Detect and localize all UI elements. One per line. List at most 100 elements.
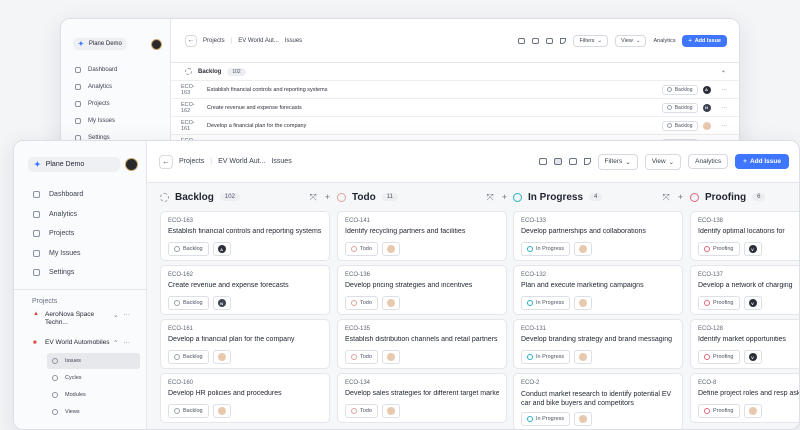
issue-card[interactable]: ECO-132 Plan and execute marketing campai…: [513, 265, 683, 315]
state-dropdown[interactable]: Backlog: [661, 102, 698, 113]
back-button[interactable]: ←: [159, 154, 173, 169]
assignee-dropdown[interactable]: [574, 350, 593, 364]
assignee-dropdown[interactable]: [743, 404, 762, 418]
state-dropdown[interactable]: In Progress: [521, 296, 571, 310]
collapse-column-icon[interactable]: ⤧: [663, 192, 670, 203]
assignee-avatar[interactable]: [579, 245, 588, 253]
issue-card[interactable]: ECO-133 Develop partnerships and collabor…: [513, 211, 683, 261]
add-issue-button[interactable]: + Add Issue: [682, 34, 727, 47]
chevron-up-icon[interactable]: ⌃: [113, 339, 118, 347]
more-icon[interactable]: ···: [722, 123, 728, 129]
filters-dropdown[interactable]: Filters ⌄: [597, 153, 638, 170]
issue-title[interactable]: Create revenue and expense forecasts: [168, 282, 322, 289]
assignee-avatar[interactable]: A: [217, 245, 226, 253]
breadcrumb-project[interactable]: EV World Aut...: [218, 158, 265, 165]
state-dropdown[interactable]: Backlog: [168, 242, 209, 256]
issue-card[interactable]: ECO-2 Conduct market research to identify…: [513, 373, 683, 429]
assignee-avatar[interactable]: [579, 415, 588, 423]
state-dropdown[interactable]: Todo: [345, 350, 378, 364]
calendar-layout-icon[interactable]: [568, 158, 577, 165]
assignee-avatar[interactable]: N: [702, 103, 711, 112]
assignee-dropdown[interactable]: V: [743, 242, 762, 256]
issue-title[interactable]: Conduct market research to identify pote…: [521, 390, 675, 408]
assignee-avatar[interactable]: [217, 407, 226, 415]
breadcrumb-project[interactable]: EV World Aut...: [238, 38, 279, 44]
assignee-avatar[interactable]: [579, 353, 588, 361]
issue-card[interactable]: ECO-8 Define project roles and resp asks …: [690, 373, 799, 423]
project-item-ev-world[interactable]: ■ EV World Automobiles ⌃ ···: [33, 339, 138, 347]
issue-title[interactable]: Establish distribution channels and reta…: [345, 336, 499, 343]
state-dropdown[interactable]: In Progress: [521, 242, 571, 256]
issue-card[interactable]: ECO-138 Identify optimal locations for Pro…: [690, 211, 799, 261]
workspace-header[interactable]: ✦ Plane Demo: [28, 155, 138, 173]
assignee-avatar[interactable]: [386, 299, 395, 307]
issue-title[interactable]: Develop partnerships and collaborations: [521, 228, 675, 235]
state-dropdown[interactable]: Proofing: [698, 404, 740, 418]
state-dropdown[interactable]: Todo: [345, 296, 378, 310]
project-item-aeronova[interactable]: ▲ AeroNova Space Techn... ⌄ ···: [33, 311, 138, 327]
issue-card[interactable]: ECO-131 Develop branding strategy and bra…: [513, 319, 683, 369]
filters-dropdown[interactable]: Filters ⌄: [573, 34, 609, 47]
issue-card[interactable]: ECO-128 Identify market opportunities Proo…: [690, 319, 799, 369]
assignee-dropdown[interactable]: [212, 404, 231, 418]
sidebar-item-analytics[interactable]: Analytics: [33, 205, 146, 225]
avatar[interactable]: [151, 38, 162, 50]
issue-title[interactable]: Create revenue and expense forecasts: [207, 105, 302, 111]
assignee-dropdown[interactable]: [381, 404, 400, 418]
view-dropdown[interactable]: View ⌄: [615, 34, 647, 47]
state-dropdown[interactable]: Backlog: [661, 120, 698, 131]
project-subitem-views[interactable]: Views: [47, 404, 140, 420]
sidebar-item-my-issues[interactable]: My Issues: [75, 112, 170, 129]
issue-card[interactable]: ECO-163 Establish financial controls and …: [160, 211, 330, 261]
collapse-column-icon[interactable]: ⤧: [487, 192, 494, 203]
issue-title[interactable]: Develop a network of charging: [698, 282, 799, 289]
calendar-layout-icon[interactable]: [546, 37, 554, 44]
issue-card[interactable]: ECO-136 Develop pricing strategies and in…: [337, 265, 507, 315]
issue-row[interactable]: ECO-163 Establish financial controls and …: [171, 81, 739, 99]
issue-card[interactable]: ECO-141 Identify recycling partners and f…: [337, 211, 507, 261]
assignee-dropdown[interactable]: N: [212, 296, 231, 310]
back-button[interactable]: ←: [185, 34, 197, 47]
issue-card[interactable]: ECO-134 Develop sales strategies for diff…: [337, 373, 507, 423]
issue-card[interactable]: ECO-161 Develop a financial plan for the …: [160, 319, 330, 369]
issue-title[interactable]: Develop pricing strategies and incentive…: [345, 282, 499, 289]
issue-title[interactable]: Identify recycling partners and faciliti…: [345, 228, 499, 235]
project-subitem-issues[interactable]: Issues: [47, 352, 140, 369]
list-layout-icon[interactable]: [518, 37, 526, 44]
sidebar-item-projects[interactable]: Projects: [75, 95, 170, 112]
issue-title[interactable]: Develop branding strategy and brand mess…: [521, 336, 675, 343]
sidebar-item-dashboard[interactable]: Dashboard: [33, 185, 146, 205]
list-layout-icon[interactable]: [538, 158, 547, 165]
assignee-avatar[interactable]: N: [217, 299, 226, 307]
issue-row[interactable]: ECO-161 Develop a financial plan for the …: [171, 117, 739, 136]
more-icon[interactable]: ···: [123, 339, 130, 346]
more-icon[interactable]: ···: [722, 87, 728, 93]
assignee-avatar[interactable]: V: [748, 353, 757, 361]
assignee-dropdown[interactable]: [574, 242, 593, 256]
state-dropdown[interactable]: Backlog: [168, 404, 209, 418]
breadcrumb-projects[interactable]: Projects: [203, 38, 225, 44]
gantt-layout-icon[interactable]: [583, 158, 591, 165]
issue-title[interactable]: Establish financial controls and reporti…: [207, 87, 327, 93]
issue-title[interactable]: Establish financial controls and reporti…: [168, 228, 322, 235]
sidebar-item-my-issues[interactable]: My Issues: [33, 244, 146, 264]
state-dropdown[interactable]: Backlog: [661, 84, 698, 95]
workspace-header[interactable]: ✦ Plane Demo: [73, 37, 162, 51]
board-layout-icon[interactable]: [553, 158, 562, 165]
group-header[interactable]: Backlog 102 +: [171, 63, 739, 81]
project-subitem-modules[interactable]: Modules: [47, 387, 140, 403]
issue-card[interactable]: ECO-160 Develop HR policies and procedure…: [160, 373, 330, 423]
state-dropdown[interactable]: Backlog: [168, 350, 209, 364]
add-to-group-icon[interactable]: +: [722, 69, 725, 75]
assignee-avatar[interactable]: [386, 407, 395, 415]
avatar[interactable]: [125, 157, 138, 171]
breadcrumb-projects[interactable]: Projects: [179, 158, 204, 165]
assignee-dropdown[interactable]: [381, 296, 400, 310]
projects-section-header[interactable]: Projects: [32, 298, 146, 305]
issue-card[interactable]: ECO-135 Establish distribution channels a…: [337, 319, 507, 369]
more-icon[interactable]: ···: [123, 311, 130, 318]
analytics-button[interactable]: Analytics: [653, 38, 675, 44]
gantt-layout-icon[interactable]: [560, 37, 567, 44]
assignee-avatar[interactable]: V: [748, 299, 757, 307]
assignee-avatar[interactable]: [386, 245, 395, 253]
